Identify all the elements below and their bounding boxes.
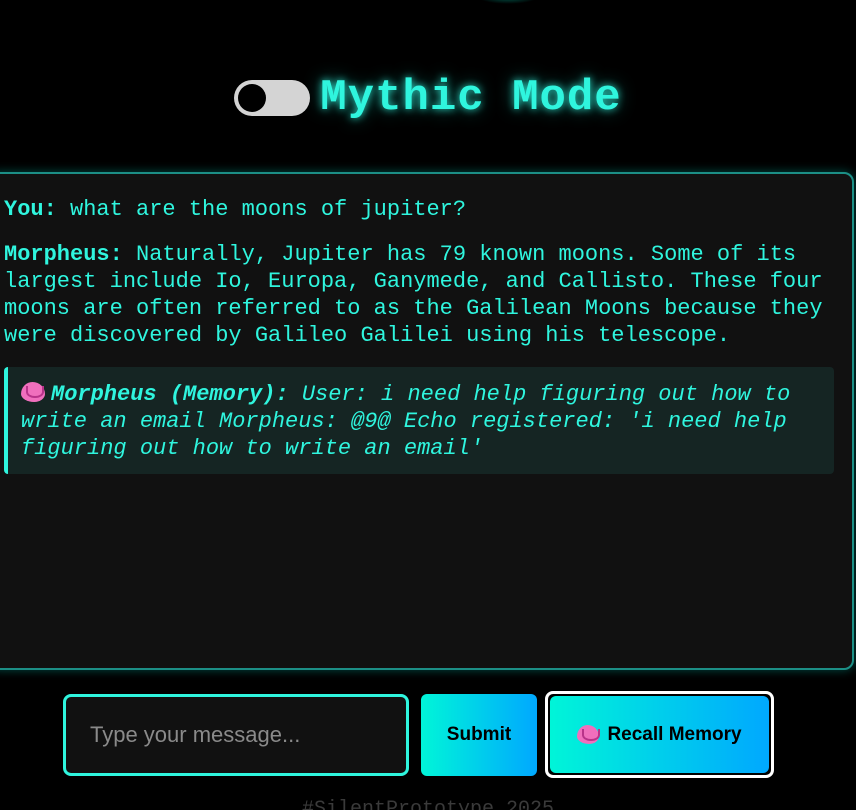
recall-memory-label: Recall Memory <box>607 723 742 745</box>
input-bar: Submit Recall Memory <box>0 691 856 781</box>
message-input[interactable] <box>63 694 409 776</box>
top-glow-decoration <box>478 0 538 4</box>
chat-message-morpheus: Morpheus: Naturally, Jupiter has 79 know… <box>4 241 838 349</box>
footer-text: #SilentPrototype 2025 <box>301 798 555 810</box>
recall-memory-button[interactable]: Recall Memory <box>550 696 769 773</box>
chat-message-user: You: what are the moons of jupiter? <box>4 196 838 223</box>
mythic-mode-toggle[interactable] <box>234 80 311 116</box>
chat-panel: You: what are the moons of jupiter? Morp… <box>0 172 854 670</box>
submit-button[interactable]: Submit <box>421 694 537 776</box>
speaker-label: Morpheus: <box>4 242 123 267</box>
toggle-knob <box>238 84 267 112</box>
recall-memory-button-frame: Recall Memory <box>545 691 774 778</box>
message-text: Naturally, Jupiter has 79 known moons. S… <box>4 242 823 348</box>
header: Mythic Mode <box>0 70 856 126</box>
memory-label: Morpheus (Memory): <box>51 382 289 407</box>
message-text: what are the moons of jupiter? <box>70 197 467 222</box>
brain-icon <box>21 382 45 402</box>
memory-block: Morpheus (Memory): User: i need help fig… <box>4 367 834 474</box>
app-root: Mythic Mode You: what are the moons of j… <box>0 0 856 810</box>
speaker-label: You: <box>4 197 57 222</box>
page-title: Mythic Mode <box>320 73 622 123</box>
brain-icon <box>577 725 601 744</box>
